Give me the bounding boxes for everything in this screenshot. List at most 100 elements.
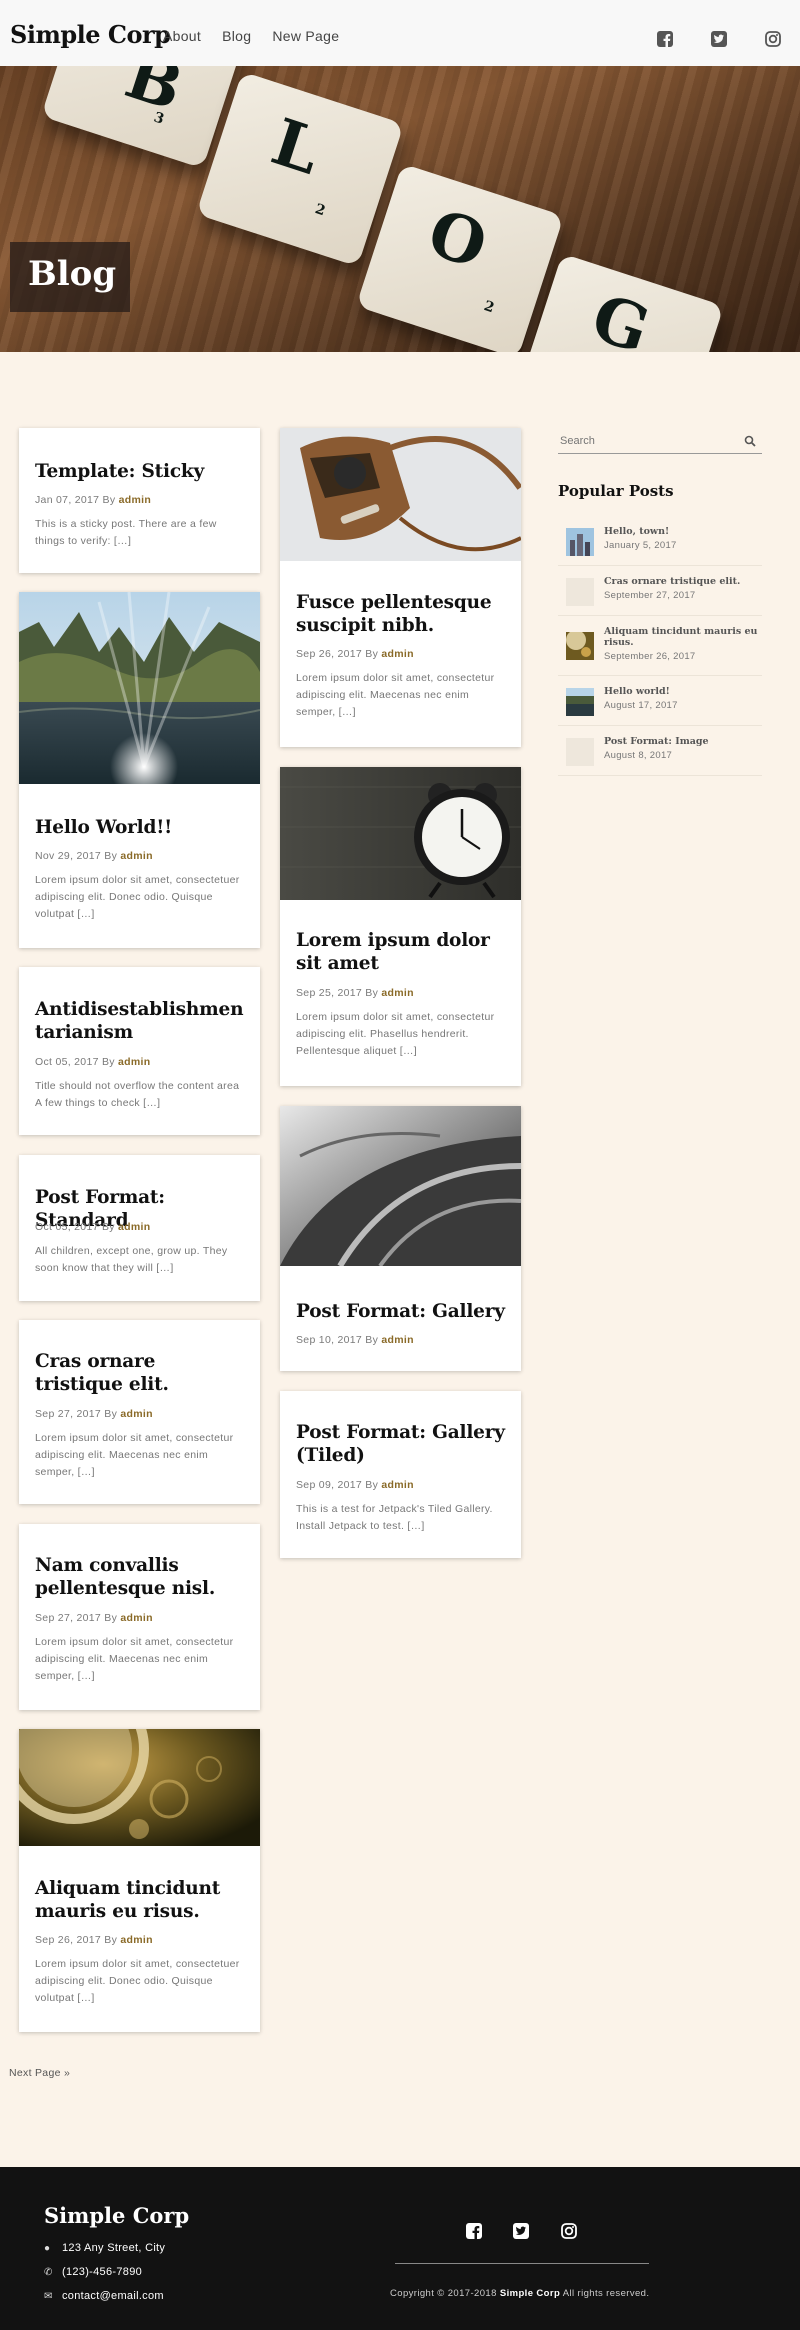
post-by: By: [104, 1934, 118, 1946]
post-author[interactable]: admin: [120, 1934, 152, 1946]
twitter-icon[interactable]: [512, 2222, 530, 2240]
post-excerpt: Lorem ipsum dolor sit amet, consectetur …: [296, 1011, 495, 1057]
nav-new-page[interactable]: New Page: [272, 28, 339, 44]
popular-post-item[interactable]: Aliquam tincidunt mauris eu risus. Septe…: [558, 620, 762, 676]
footer-divider: [395, 2263, 649, 2264]
post-card[interactable]: Post Format: Standard Oct 05, 2017 By ad…: [19, 1155, 260, 1301]
post-meta: Sep 27, 2017 By admin: [35, 1612, 153, 1624]
popular-post-thumb[interactable]: [566, 528, 594, 556]
twitter-icon[interactable]: [710, 30, 728, 48]
post-meta: Sep 09, 2017 By admin: [296, 1479, 414, 1491]
leather-bag-image[interactable]: [280, 428, 521, 561]
footer-phone-text[interactable]: (123)-456-7890: [62, 2266, 142, 2278]
nav-about[interactable]: About: [163, 28, 201, 44]
lake-forest-image[interactable]: [19, 592, 260, 784]
popular-post-date: September 26, 2017: [604, 651, 696, 662]
post-excerpt: This is a sticky post. There are a few t…: [35, 518, 217, 547]
post-author[interactable]: admin: [120, 1612, 152, 1624]
post-card[interactable]: Lorem ipsum dolor sit amet Sep 25, 2017 …: [280, 767, 521, 1086]
post-by: By: [102, 494, 116, 506]
instagram-icon[interactable]: [560, 2222, 578, 2240]
post-by: By: [101, 1056, 115, 1068]
post-title[interactable]: Cras ornare tristique elit.: [35, 1350, 248, 1396]
post-card[interactable]: Template: Sticky Jan 07, 2017 By admin T…: [19, 428, 260, 573]
popular-post-thumb[interactable]: [566, 632, 594, 660]
pocket-watch-image[interactable]: [19, 1729, 260, 1846]
popular-post-title[interactable]: Cras ornare tristique elit.: [604, 576, 764, 587]
footer-brand[interactable]: Simple Corp: [44, 2203, 189, 2228]
post-author[interactable]: admin: [381, 648, 413, 660]
post-card[interactable]: Aliquam tincidunt mauris eu risus. Sep 2…: [19, 1729, 260, 2032]
post-author[interactable]: admin: [381, 1334, 413, 1346]
popular-post-title[interactable]: Post Format: Image: [604, 736, 764, 747]
next-page-link[interactable]: Next Page »: [9, 2067, 70, 2079]
site-brand[interactable]: Simple Corp: [10, 20, 171, 49]
post-author[interactable]: admin: [381, 1479, 413, 1491]
post-card[interactable]: Hello World!! Nov 29, 2017 By admin Lore…: [19, 592, 260, 948]
post-excerpt: Lorem ipsum dolor sit amet, consectetur …: [296, 672, 495, 718]
post-title[interactable]: Nam convallis pellentesque nisl.: [35, 1554, 248, 1600]
post-date: Sep 09, 2017: [296, 1479, 363, 1491]
search-input[interactable]: [558, 430, 738, 452]
post-author[interactable]: admin: [119, 494, 151, 506]
popular-post-item[interactable]: Hello world! August 17, 2017: [558, 680, 762, 726]
post-meta: Nov 29, 2017 By admin: [35, 850, 153, 862]
post-excerpt: Lorem ipsum dolor sit amet, consectetur …: [35, 1636, 234, 1682]
popular-post-item[interactable]: Cras ornare tristique elit. September 27…: [558, 570, 762, 616]
page-title: Blog: [10, 242, 130, 312]
post-author[interactable]: admin: [381, 987, 413, 999]
post-author[interactable]: admin: [118, 1221, 150, 1233]
popular-post-title[interactable]: Hello world!: [604, 686, 764, 697]
post-excerpt: Lorem ipsum dolor sit amet, consectetuer…: [35, 1958, 240, 2004]
facebook-icon[interactable]: [465, 2222, 483, 2240]
footer-email-text[interactable]: contact@email.com: [62, 2290, 164, 2302]
post-title[interactable]: Post Format: Gallery: [296, 1300, 509, 1323]
alarm-clock-image[interactable]: [280, 767, 521, 900]
post-date: Sep 25, 2017: [296, 987, 363, 999]
popular-post-title[interactable]: Hello, town!: [604, 526, 764, 537]
gallery-image[interactable]: [280, 1106, 521, 1266]
post-date: Nov 29, 2017: [35, 850, 102, 862]
instagram-icon[interactable]: [764, 30, 782, 48]
post-meta: Oct 05, 2017 By admin: [35, 1056, 150, 1068]
post-title[interactable]: Antidisestablishmentarianism: [35, 998, 248, 1044]
nav-blog[interactable]: Blog: [222, 28, 251, 44]
post-meta: Jan 07, 2017 By admin: [35, 494, 151, 506]
post-card[interactable]: Cras ornare tristique elit. Sep 27, 2017…: [19, 1320, 260, 1504]
post-date: Oct 05, 2017: [35, 1056, 99, 1068]
post-author[interactable]: admin: [118, 1056, 150, 1068]
footer-copyright: Copyright © 2017-2018 Simple Corp All ri…: [390, 2288, 649, 2299]
post-meta: Oct 05, 2017 By admin: [35, 1221, 150, 1233]
post-by: By: [104, 1408, 118, 1420]
popular-post-thumb-placeholder[interactable]: [566, 738, 594, 766]
popular-post-thumb[interactable]: [566, 688, 594, 716]
popular-post-title[interactable]: Aliquam tincidunt mauris eu risus.: [604, 626, 764, 648]
popular-post-item[interactable]: Post Format: Image August 8, 2017: [558, 730, 762, 776]
post-excerpt: Lorem ipsum dolor sit amet, consectetuer…: [35, 874, 240, 920]
post-author[interactable]: admin: [120, 1408, 152, 1420]
tile-letter: L: [263, 104, 330, 190]
popular-post-item[interactable]: Hello, town! January 5, 2017: [558, 520, 762, 566]
post-meta: Sep 10, 2017 By admin: [296, 1334, 414, 1346]
post-card[interactable]: Post Format: Gallery Sep 10, 2017 By adm…: [280, 1106, 521, 1371]
post-card[interactable]: Antidisestablishmentarianism Oct 05, 201…: [19, 967, 260, 1135]
facebook-icon[interactable]: [656, 30, 674, 48]
popular-post-thumb-placeholder[interactable]: [566, 578, 594, 606]
popular-post-date: January 5, 2017: [604, 540, 677, 551]
copyright-brand: Simple Corp: [499, 2288, 561, 2299]
post-title[interactable]: Fusce pellentesque suscipit nibh.: [296, 591, 509, 637]
post-card[interactable]: Fusce pellentesque suscipit nibh. Sep 26…: [280, 428, 521, 747]
post-card[interactable]: Nam convallis pellentesque nisl. Sep 27,…: [19, 1524, 260, 1710]
post-title[interactable]: Aliquam tincidunt mauris eu risus.: [35, 1877, 248, 1923]
site-footer: Simple Corp ● 123 Any Street, City ✆ (123)…: [0, 2167, 800, 2330]
post-title[interactable]: Hello World!!: [35, 816, 248, 839]
post-date: Oct 05, 2017: [35, 1221, 99, 1233]
post-title[interactable]: Lorem ipsum dolor sit amet: [296, 929, 509, 975]
footer-address: ● 123 Any Street, City: [44, 2242, 165, 2254]
post-author[interactable]: admin: [120, 850, 152, 862]
search-icon[interactable]: [744, 435, 756, 447]
map-marker-icon: ●: [44, 2243, 51, 2254]
post-card[interactable]: Post Format: Gallery (Tiled) Sep 09, 201…: [280, 1391, 521, 1558]
post-title[interactable]: Post Format: Gallery (Tiled): [296, 1421, 509, 1467]
post-title[interactable]: Template: Sticky: [35, 460, 248, 483]
